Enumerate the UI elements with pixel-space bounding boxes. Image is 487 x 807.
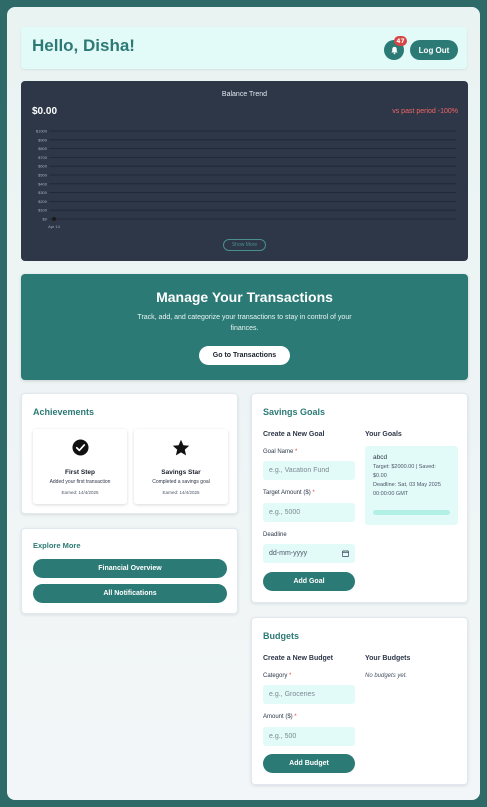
- manage-transactions-card: Manage Your Transactions Track, add, and…: [21, 274, 468, 380]
- your-budgets-heading: Your Budgets: [365, 655, 411, 662]
- notification-count-badge: 47: [394, 36, 407, 46]
- y-tick-label: $200: [38, 199, 48, 204]
- deadline-label: Deadline: [263, 532, 287, 538]
- balance-trend-card: $1000 $900 $800 $700 $600 $500 $400 $300 $200 $10…: [21, 81, 468, 261]
- goal-progress-bar: [373, 510, 450, 515]
- goal-name-label: Goal Name *: [263, 449, 298, 455]
- savings-goals-title: Savings Goals: [263, 407, 326, 417]
- financial-overview-button[interactable]: Financial Overview: [33, 559, 227, 578]
- achievements-title: Achievements: [33, 407, 95, 417]
- add-budget-button[interactable]: Add Budget: [263, 754, 355, 773]
- y-tick-label: $800: [38, 146, 48, 151]
- achievement-tile: First Step Added your first transaction …: [33, 429, 127, 504]
- achievement-name: First Step: [65, 469, 95, 476]
- achievement-description: Completed a savings goal: [152, 479, 210, 485]
- y-tick-label: $900: [38, 137, 48, 142]
- greeting-title: Hello, Disha!: [32, 36, 135, 55]
- bell-icon: [390, 46, 398, 54]
- y-tick-label: $600: [38, 164, 48, 169]
- check-circle-icon: [71, 439, 89, 456]
- x-tick-label: Apr 14: [48, 224, 61, 229]
- header-bar: Hello, Disha! 47 Log Out: [21, 27, 467, 69]
- go-to-transactions-button[interactable]: Go to Transactions: [199, 346, 290, 365]
- y-tick-label: $400: [38, 181, 48, 186]
- y-tick-label: $300: [38, 190, 48, 195]
- balance-change: vs past period -100%: [392, 108, 458, 115]
- deadline-date-input[interactable]: dd-mm-yyyy: [263, 544, 355, 563]
- savings-goals-card: Savings Goals Create a New Goal Your Goa…: [251, 393, 468, 603]
- manage-description: Track, add, and categorize your transact…: [137, 314, 352, 332]
- goal-deadline: Deadline: Sat, 03 May 2025 00:00:00 GMT: [373, 482, 441, 497]
- achievement-earned-date: Earned: 14/4/2025: [162, 490, 200, 495]
- explore-more-title: Explore More: [33, 541, 81, 550]
- y-tick-label: $0: [43, 217, 48, 222]
- no-budgets-text: No budgets yet.: [365, 673, 408, 679]
- category-label: Category *: [263, 673, 292, 679]
- achievement-earned-date: Earned: 14/4/2025: [61, 490, 99, 495]
- achievement-name: Savings Star: [161, 469, 201, 476]
- budgets-title: Budgets: [263, 631, 299, 641]
- manage-title: Manage Your Transactions: [156, 289, 333, 305]
- y-tick-label: $500: [38, 173, 48, 178]
- all-notifications-button[interactable]: All Notifications: [33, 584, 227, 603]
- balance-total: $0.00: [32, 106, 58, 117]
- create-budget-heading: Create a New Budget: [263, 655, 334, 662]
- achievement-tile: Savings Star Completed a savings goal Ea…: [134, 429, 228, 504]
- deadline-placeholder: dd-mm-yyyy: [269, 550, 308, 557]
- goal-target-saved: Target: $2000.00 | Saved: $0.00: [373, 464, 436, 479]
- achievements-card: Achievements First Step Added your first…: [21, 393, 238, 514]
- budget-amount-label: Amount ($) *: [263, 714, 297, 720]
- logout-button[interactable]: Log Out: [410, 40, 458, 60]
- calendar-icon: [342, 550, 349, 557]
- budget-amount-input[interactable]: [263, 727, 355, 746]
- show-more-button[interactable]: Show More: [223, 239, 266, 251]
- y-tick-label: $100: [38, 208, 48, 213]
- goal-name: abcd: [373, 454, 388, 461]
- goal-name-input[interactable]: [263, 461, 355, 480]
- target-amount-label: Target Amount ($) *: [263, 490, 315, 496]
- explore-more-card: Explore More Financial Overview All Noti…: [21, 528, 238, 614]
- chart-title: Balance Trend: [221, 91, 268, 98]
- star-icon: [172, 439, 190, 456]
- target-amount-input[interactable]: [263, 503, 355, 522]
- y-tick-label: $1000: [36, 129, 48, 134]
- app-container: Hello, Disha! 47 Log Out $1000 $900 $800 $7…: [7, 7, 480, 800]
- budgets-card: Budgets Create a New Budget Your Budgets…: [251, 617, 468, 785]
- add-goal-button[interactable]: Add Goal: [263, 572, 355, 591]
- your-goals-heading: Your Goals: [365, 431, 402, 438]
- goal-item: abcd Target: $2000.00 | Saved: $0.00 Dea…: [365, 446, 458, 525]
- achievement-description: Added your first transaction: [49, 479, 111, 485]
- y-tick-label: $700: [38, 155, 48, 160]
- data-point: [52, 217, 56, 221]
- category-input[interactable]: [263, 685, 355, 704]
- create-goal-heading: Create a New Goal: [263, 431, 325, 438]
